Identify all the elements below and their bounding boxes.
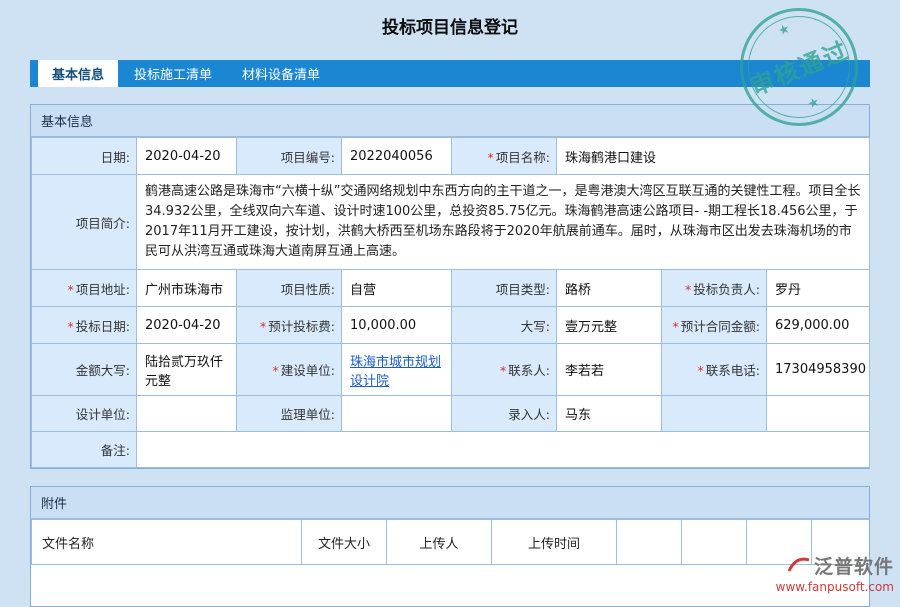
page-title: 投标项目信息登记 xyxy=(0,0,900,38)
upload-time-header: 上传时间 xyxy=(492,520,617,565)
phone-label: *联系电话: xyxy=(662,344,767,396)
project-nature-value: 自营 xyxy=(342,270,452,307)
fee-caps-label: 大写: xyxy=(452,307,557,344)
fee-caps-value: 壹万元整 xyxy=(557,307,662,344)
contact-value: 李若若 xyxy=(557,344,662,396)
amount-caps-label: 金额大写: xyxy=(32,344,137,396)
table-row: 金额大写: 陆拾贰万玖仟元整 *建设单位: 珠海市城市规划设计院 *联系人: 李… xyxy=(32,344,870,396)
project-name-label: *项目名称: xyxy=(452,138,557,175)
contact-label: *联系人: xyxy=(452,344,557,396)
basic-info-section-title: 基本信息 xyxy=(31,105,869,137)
basic-info-panel: 基本信息 日期: 2020-04-20 项目编号: 2022040056 *项目… xyxy=(30,104,870,469)
empty-header-cell xyxy=(617,520,682,565)
remark-label: 备注: xyxy=(32,432,137,468)
bid-leader-label: *投标负责人: xyxy=(662,270,767,307)
construction-unit-value: 珠海市城市规划设计院 xyxy=(342,344,452,396)
project-name-value: 珠海鹤港口建设 xyxy=(557,138,870,175)
project-type-label: 项目类型: xyxy=(452,270,557,307)
table-row: *投标日期: 2020-04-20 *预计投标费: 10,000.00 大写: … xyxy=(32,307,870,344)
project-address-value: 广州市珠海市 xyxy=(137,270,237,307)
design-unit-label: 设计单位: xyxy=(32,396,137,432)
recorder-label: 录入人: xyxy=(452,396,557,432)
fanpu-logo[interactable]: 泛普软件 www.fanpusoft.com xyxy=(776,552,894,594)
contract-amount-label: *预计合同金额: xyxy=(662,307,767,344)
table-row: 备注: xyxy=(32,432,870,468)
design-unit-value xyxy=(137,396,237,432)
project-intro-value: 鹤港高速公路是珠海市“六横十纵”交通网络规划中东西方向的主干道之一，是粤港澳大湾… xyxy=(137,175,870,270)
bid-date-value: 2020-04-20 xyxy=(137,307,237,344)
attachments-section-title: 附件 xyxy=(31,487,869,519)
project-intro-label: 项目简介: xyxy=(32,175,137,270)
construction-unit-label: *建设单位: xyxy=(237,344,342,396)
date-value: 2020-04-20 xyxy=(137,138,237,175)
recorder-value: 马东 xyxy=(557,396,662,432)
bid-leader-value: 罗丹 xyxy=(767,270,870,307)
tab-basic-info[interactable]: 基本信息 xyxy=(38,60,118,87)
project-no-label: 项目编号: xyxy=(237,138,342,175)
fanpu-logo-text: 泛普软件 xyxy=(814,552,894,579)
file-name-header: 文件名称 xyxy=(32,520,302,565)
attachments-table: 文件名称 文件大小 上传人 上传时间 xyxy=(31,519,870,565)
table-row: 项目简介: 鹤港高速公路是珠海市“六横十纵”交通网络规划中东西方向的主干道之一，… xyxy=(32,175,870,270)
project-type-value: 路桥 xyxy=(557,270,662,307)
table-row: *项目地址: 广州市珠海市 项目性质: 自营 项目类型: 路桥 *投标负责人: … xyxy=(32,270,870,307)
supervision-unit-value xyxy=(342,396,452,432)
phone-value: 17304958390 xyxy=(767,344,870,396)
table-row: 设计单位: 监理单位: 录入人: 马东 xyxy=(32,396,870,432)
empty-label-cell xyxy=(662,396,767,432)
amount-caps-value: 陆拾贰万玖仟元整 xyxy=(137,344,237,396)
bid-fee-label: *预计投标费: xyxy=(237,307,342,344)
table-row: 日期: 2020-04-20 项目编号: 2022040056 *项目名称: 珠… xyxy=(32,138,870,175)
uploader-header: 上传人 xyxy=(387,520,492,565)
tab-bid-construction-list[interactable]: 投标施工清单 xyxy=(120,60,226,87)
basic-info-table: 日期: 2020-04-20 项目编号: 2022040056 *项目名称: 珠… xyxy=(31,137,870,468)
tab-material-equipment-list[interactable]: 材料设备清单 xyxy=(228,60,334,87)
bid-fee-value: 10,000.00 xyxy=(342,307,452,344)
project-nature-label: 项目性质: xyxy=(237,270,342,307)
supervision-unit-label: 监理单位: xyxy=(237,396,342,432)
attachments-panel: 附件 文件名称 文件大小 上传人 上传时间 xyxy=(30,486,870,607)
remark-value xyxy=(137,432,870,468)
bid-date-label: *投标日期: xyxy=(32,307,137,344)
fanpu-logo-url: www.fanpusoft.com xyxy=(776,580,894,594)
contract-amount-value: 629,000.00 xyxy=(767,307,870,344)
empty-value-cell xyxy=(767,396,870,432)
construction-unit-link[interactable]: 珠海市城市规划设计院 xyxy=(350,355,441,389)
project-no-value: 2022040056 xyxy=(342,138,452,175)
fanpu-logo-icon xyxy=(787,554,811,578)
empty-header-cell xyxy=(682,520,747,565)
project-address-label: *项目地址: xyxy=(32,270,137,307)
file-size-header: 文件大小 xyxy=(302,520,387,565)
attachments-header-row: 文件名称 文件大小 上传人 上传时间 xyxy=(32,520,870,565)
tab-bar: 基本信息 投标施工清单 材料设备清单 xyxy=(30,60,870,87)
date-label: 日期: xyxy=(32,138,137,175)
